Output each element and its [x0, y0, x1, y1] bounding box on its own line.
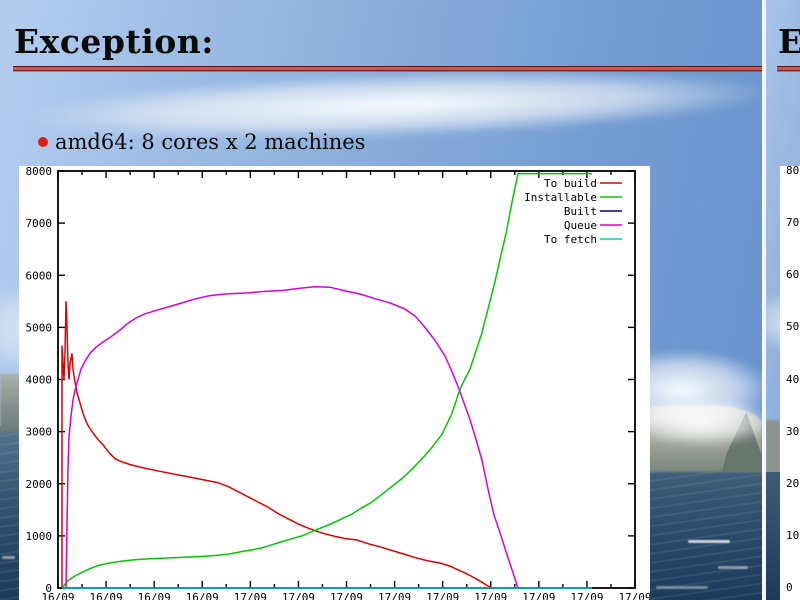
- x-axis-tick-label: 17/09: [618, 591, 650, 600]
- legend-label: Queue: [564, 219, 597, 232]
- slide-next-preview[interactable]: E 8000 7000 6000 5000 4000 3000 2000 1000 0: [766, 0, 800, 600]
- x-axis-tick-label: 17/09: [474, 591, 507, 600]
- y-axis-tick-label: 4000: [26, 374, 53, 387]
- x-axis-tick-label: 16/09: [41, 591, 74, 600]
- x-axis-tick-label: 17/09: [522, 591, 555, 600]
- x-axis-tick-label: 17/09: [426, 591, 459, 600]
- y-axis-tick-label: 8000: [26, 166, 53, 178]
- next-chart-y-label: 1000: [786, 530, 800, 542]
- next-chart-y-label: 3000: [786, 426, 800, 438]
- next-chart-y-label: 5000: [786, 321, 800, 333]
- y-axis-tick-label: 1000: [26, 530, 53, 543]
- x-axis-tick-label: 17/09: [330, 591, 363, 600]
- bullet-icon: [38, 137, 48, 147]
- legend-label: Built: [564, 205, 597, 218]
- next-chart-y-label: 6000: [786, 269, 800, 281]
- slide-carousel[interactable]: Exception: amd64: 8 cores x 2 machines 0…: [0, 0, 800, 600]
- chart-svg: 01000200030004000500060007000800016/0916…: [19, 166, 650, 600]
- title-underline: [13, 66, 762, 72]
- legend-label: To fetch: [544, 233, 597, 246]
- title-underline: [777, 66, 800, 72]
- next-chart-y-label: 4000: [786, 374, 800, 386]
- build-status-chart: 01000200030004000500060007000800016/0916…: [19, 166, 650, 600]
- wave-highlight: [718, 566, 748, 569]
- series-to-build: [62, 301, 492, 588]
- legend-label: To build: [544, 177, 597, 190]
- y-axis-tick-label: 6000: [26, 269, 53, 282]
- next-chart-y-label: 2000: [786, 478, 800, 490]
- hill-photo: [766, 420, 780, 480]
- slide-current: Exception: amd64: 8 cores x 2 machines 0…: [0, 0, 762, 600]
- y-axis-tick-label: 5000: [26, 321, 53, 334]
- legend-label: Installable: [524, 191, 597, 204]
- y-axis-tick-label: 2000: [26, 478, 53, 491]
- x-axis-tick-label: 16/09: [138, 591, 171, 600]
- x-axis-tick-label: 17/09: [282, 591, 315, 600]
- next-chart-y-label: 8000: [786, 165, 800, 177]
- page-title: Exception:: [14, 24, 214, 60]
- bullet-label: amd64: 8 cores x 2 machines: [55, 130, 365, 154]
- sea-photo: [766, 472, 780, 600]
- x-axis-tick-label: 16/09: [186, 591, 219, 600]
- wave-highlight: [656, 586, 708, 589]
- y-axis-tick-label: 7000: [26, 217, 53, 230]
- x-axis-tick-label: 16/09: [90, 591, 123, 600]
- x-axis-tick-label: 17/09: [570, 591, 603, 600]
- wave-highlight: [2, 556, 15, 559]
- y-axis-tick-label: 3000: [26, 426, 53, 439]
- series-installable: [62, 174, 592, 588]
- series-queue: [66, 287, 518, 588]
- next-chart-y-label: 7000: [786, 217, 800, 229]
- next-page-title: E: [778, 24, 800, 60]
- list-item: amd64: 8 cores x 2 machines: [38, 130, 365, 154]
- next-chart-y-label: 0: [786, 582, 800, 594]
- x-axis-tick-label: 17/09: [234, 591, 267, 600]
- next-build-status-chart: 8000 7000 6000 5000 4000 3000 2000 1000 0: [780, 166, 800, 600]
- wave-highlight: [688, 540, 730, 543]
- x-axis-tick-label: 17/09: [378, 591, 411, 600]
